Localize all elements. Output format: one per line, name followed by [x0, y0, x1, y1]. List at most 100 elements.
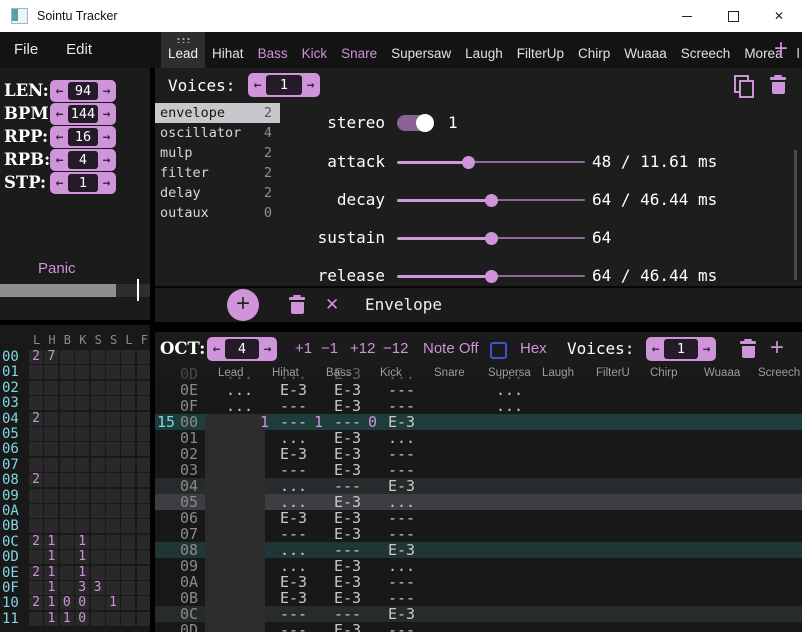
- note-cell[interactable]: E-3: [334, 526, 361, 542]
- order-cell[interactable]: 2: [29, 535, 43, 549]
- octave-stepper[interactable]: ←4→: [207, 337, 277, 361]
- order-cell[interactable]: [60, 519, 74, 533]
- pattern-number-cell[interactable]: 0: [368, 414, 377, 430]
- note-cell[interactable]: ---: [388, 622, 415, 632]
- note-toolbar-button-note-off[interactable]: Note Off: [423, 332, 479, 366]
- note-toolbar-button-+1[interactable]: +1: [295, 332, 312, 366]
- track-header-lead[interactable]: Lead: [218, 367, 244, 379]
- order-cell[interactable]: [137, 566, 150, 580]
- order-cell[interactable]: [75, 458, 89, 472]
- order-cell[interactable]: 1: [44, 566, 58, 580]
- order-cell[interactable]: 2: [29, 566, 43, 580]
- order-cell[interactable]: 7: [44, 350, 58, 364]
- order-cell[interactable]: [106, 381, 120, 395]
- order-cell[interactable]: [60, 566, 74, 580]
- order-cell[interactable]: 1: [60, 612, 74, 626]
- order-cell[interactable]: [75, 381, 89, 395]
- tab-bass[interactable]: Bass: [251, 32, 295, 68]
- stepper-decrease-button[interactable]: ←: [249, 78, 266, 93]
- order-cell[interactable]: 1: [44, 596, 58, 610]
- order-cell[interactable]: [137, 489, 150, 503]
- order-cell[interactable]: 1: [44, 581, 58, 595]
- add-unit-button[interactable]: +: [227, 289, 259, 321]
- order-cell[interactable]: [106, 396, 120, 410]
- stepper-value[interactable]: 1: [266, 75, 302, 95]
- note-cell[interactable]: ...: [496, 382, 523, 398]
- stepper-increase-button[interactable]: →: [259, 342, 276, 357]
- order-cell[interactable]: [44, 427, 58, 441]
- note-cell[interactable]: E-3: [334, 430, 361, 446]
- note-cell[interactable]: ---: [334, 542, 361, 558]
- pattern-row[interactable]: 0F...---E-3---...: [155, 398, 802, 414]
- stepper-increase-button[interactable]: →: [302, 78, 319, 93]
- note-cell[interactable]: E-3: [334, 494, 361, 510]
- tab-filterup[interactable]: FilterUp: [510, 32, 571, 68]
- tab-l[interactable]: l: [790, 32, 802, 68]
- unit-row-outaux[interactable]: outaux0: [155, 203, 280, 223]
- track-header-chirp[interactable]: Chirp: [650, 367, 677, 379]
- order-cell[interactable]: [29, 365, 43, 379]
- order-cell[interactable]: [75, 412, 89, 426]
- order-cell[interactable]: [60, 473, 74, 487]
- slider-knob[interactable]: [485, 270, 498, 283]
- note-cell[interactable]: ---: [388, 446, 415, 462]
- order-cell[interactable]: [29, 458, 43, 472]
- order-cell[interactable]: [137, 550, 150, 564]
- note-cell[interactable]: ---: [280, 462, 307, 478]
- note-cell[interactable]: E-3: [388, 478, 415, 494]
- stepper-increase-button[interactable]: →: [98, 107, 115, 122]
- note-cell[interactable]: ---: [388, 590, 415, 606]
- order-cell[interactable]: [29, 381, 43, 395]
- order-cell[interactable]: [137, 381, 150, 395]
- note-cell[interactable]: ---: [334, 414, 361, 430]
- order-cell[interactable]: [60, 535, 74, 549]
- order-cell[interactable]: 2: [29, 412, 43, 426]
- order-cell[interactable]: 1: [44, 535, 58, 549]
- order-cell[interactable]: [75, 519, 89, 533]
- note-cell[interactable]: E-3: [334, 590, 361, 606]
- order-cell[interactable]: [106, 535, 120, 549]
- order-cell[interactable]: [121, 504, 135, 518]
- order-cell[interactable]: [60, 412, 74, 426]
- tab-snare[interactable]: Snare: [334, 32, 384, 68]
- order-cell[interactable]: [137, 612, 150, 626]
- order-cell[interactable]: [75, 365, 89, 379]
- note-cell[interactable]: E-3: [334, 574, 361, 590]
- track-header-bass[interactable]: Bass: [326, 367, 352, 379]
- order-cell[interactable]: [60, 442, 74, 456]
- note-toolbar-button-−1[interactable]: −1: [321, 332, 338, 366]
- order-cell[interactable]: [91, 612, 105, 626]
- order-cell[interactable]: [75, 504, 89, 518]
- delete-track-button[interactable]: [740, 339, 756, 358]
- note-cell[interactable]: ---: [280, 414, 307, 430]
- note-cell[interactable]: ---: [280, 398, 307, 414]
- order-cell[interactable]: [91, 504, 105, 518]
- note-cell[interactable]: E-3: [334, 398, 361, 414]
- order-cell[interactable]: [91, 365, 105, 379]
- note-cell[interactable]: ...: [388, 558, 415, 574]
- order-cell[interactable]: [106, 412, 120, 426]
- tab-hihat[interactable]: Hihat: [205, 32, 251, 68]
- note-cell[interactable]: E-3: [334, 382, 361, 398]
- order-cell[interactable]: [91, 550, 105, 564]
- order-cell[interactable]: [121, 396, 135, 410]
- note-cell[interactable]: E-3: [388, 542, 415, 558]
- order-cell[interactable]: [121, 365, 135, 379]
- note-cell[interactable]: ---: [334, 478, 361, 494]
- param-slider[interactable]: [397, 221, 585, 255]
- song-param-stepper[interactable]: ←144→: [50, 103, 116, 125]
- order-cell[interactable]: [75, 442, 89, 456]
- order-cell[interactable]: [121, 442, 135, 456]
- order-cell[interactable]: [106, 612, 120, 626]
- track-voices-stepper[interactable]: ←1→: [646, 337, 716, 361]
- stepper-decrease-button[interactable]: ←: [51, 107, 68, 122]
- order-cell[interactable]: [137, 396, 150, 410]
- note-toolbar-button-+12[interactable]: +12: [350, 332, 375, 366]
- order-cell[interactable]: 2: [29, 473, 43, 487]
- delete-unit-button[interactable]: [289, 295, 305, 314]
- note-cell[interactable]: ...: [388, 430, 415, 446]
- stepper-value[interactable]: 1: [68, 174, 98, 192]
- order-cell[interactable]: [106, 489, 120, 503]
- order-cell[interactable]: 0: [75, 612, 89, 626]
- unit-row-mulp[interactable]: mulp2: [155, 143, 280, 163]
